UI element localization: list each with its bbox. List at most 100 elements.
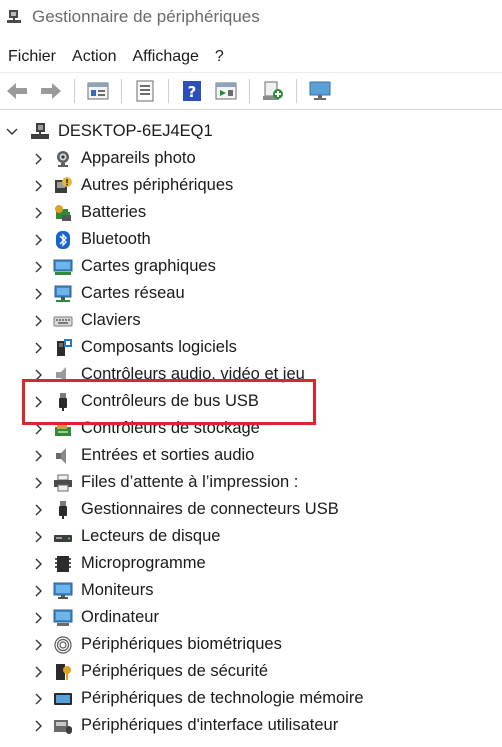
tree-item[interactable]: Moniteurs [0,577,502,604]
tree-root[interactable]: DESKTOP-6EJ4EQ1 [0,118,502,145]
tree-item[interactable]: Contrôleurs de bus USB [0,388,502,415]
tree-item-label: Files d’attente à l’impression : [81,473,299,491]
menu-fichier[interactable]: Fichier [6,48,67,66]
chevron-right-icon[interactable] [29,334,49,361]
device-manager-icon [6,9,22,25]
tree-item[interactable]: Microprogramme [0,550,502,577]
tree-item-label: Cartes graphiques [81,257,216,275]
tree-item-label: Contrôleurs de stockage [81,419,260,437]
chevron-right-icon[interactable] [29,253,49,280]
tree-item-label: Composants logiciels [81,338,237,356]
speaker-icon [53,446,73,466]
chevron-right-icon[interactable] [29,712,49,739]
chevron-right-icon[interactable] [29,685,49,712]
tree-item[interactable]: Entrées et sorties audio [0,442,502,469]
tree-item-label: Autres périphériques [81,176,234,194]
monitor-icon [53,581,73,601]
tree-item-label: Périphériques biométriques [81,635,282,653]
chevron-right-icon[interactable] [29,199,49,226]
svg-text:!: ! [65,178,69,188]
menu-affichage[interactable]: Affichage [130,48,209,66]
tree-item[interactable]: Contrôleurs de stockage [0,415,502,442]
tree-item[interactable]: Périphériques biométriques [0,631,502,658]
tree-item-label: Entrées et sorties audio [81,446,255,464]
chevron-right-icon[interactable] [29,172,49,199]
tree-item[interactable]: Composants logiciels [0,334,502,361]
chevron-right-icon[interactable] [29,280,49,307]
camera-icon [53,149,73,169]
chevron-right-icon[interactable] [29,145,49,172]
chevron-right-icon[interactable] [29,469,49,496]
chevron-right-icon[interactable] [29,658,49,685]
security-key-icon [53,662,73,682]
tree-item-label: Batteries [81,203,147,221]
chevron-right-icon[interactable] [29,577,49,604]
usb-connector-icon [53,500,73,520]
chevron-right-icon[interactable] [29,226,49,253]
panel-icon[interactable] [212,77,240,105]
monitor-icon[interactable] [306,77,334,105]
tree-item-label: Gestionnaires de connecteurs USB [81,500,339,518]
disk-drive-icon [53,527,73,547]
tree-item[interactable]: Périphériques de sécurité [0,658,502,685]
tree-item-label: Bluetooth [81,230,151,248]
tree-item[interactable]: Contrôleurs audio, vidéo et jeu [0,361,502,388]
computer-name: DESKTOP-6EJ4EQ1 [58,122,213,140]
tree-item[interactable]: Batteries [0,199,502,226]
chevron-right-icon[interactable] [29,631,49,658]
tree-item-label: Appareils photo [81,149,196,167]
scan-icon[interactable] [259,77,287,105]
tree-item[interactable]: Ordinateur [0,604,502,631]
menu-action[interactable]: Action [70,48,127,66]
tree-item[interactable]: Appareils photo [0,145,502,172]
chevron-right-icon[interactable] [29,442,49,469]
tree-item-label: Cartes réseau [81,284,185,302]
tree-item[interactable]: Cartes réseau [0,280,502,307]
forward-icon[interactable] [37,77,65,105]
tree-item-label: Contrôleurs audio, vidéo et jeu [81,365,305,383]
toolbar-separator [249,79,250,103]
chevron-right-icon[interactable] [29,496,49,523]
printer-icon [53,473,73,493]
hid-icon [53,716,73,736]
tree-item[interactable]: Bluetooth [0,226,502,253]
memory-icon [53,689,73,709]
chevron-right-icon[interactable] [29,307,49,334]
chevron-right-icon[interactable] [29,523,49,550]
toolbar-separator [296,79,297,103]
tree-item-label: Ordinateur [81,608,159,626]
toolbar-separator [168,79,169,103]
network-adapter-icon [53,284,73,304]
help-icon[interactable]: ? [178,77,206,105]
keyboard-icon [53,311,73,331]
bluetooth-icon [53,230,73,250]
chevron-down-icon[interactable] [2,118,22,145]
tree-item-label: Périphériques de sécurité [81,662,269,680]
update-icon[interactable] [131,77,159,105]
chevron-right-icon[interactable] [29,550,49,577]
tree-item[interactable]: ! Autres périphériques [0,172,502,199]
back-icon[interactable] [3,77,31,105]
tree-item[interactable]: Périphériques de technologie mémoire [0,685,502,712]
chevron-right-icon[interactable] [29,604,49,631]
toolbar: ? [0,72,502,110]
chevron-right-icon[interactable] [29,361,49,388]
tree-item[interactable]: Claviers [0,307,502,334]
tree-item[interactable]: Lecteurs de disque [0,523,502,550]
tree-item[interactable]: Files d’attente à l’impression : [0,469,502,496]
tree-item[interactable]: Périphériques d'interface utilisateur [0,712,502,739]
tree-item[interactable]: Gestionnaires de connecteurs USB [0,496,502,523]
storage-icon [53,419,73,439]
tree-item[interactable]: Cartes graphiques [0,253,502,280]
window-title: Gestionnaire de périphériques [32,7,260,26]
tree-item-label: Périphériques d'interface utilisateur [81,716,339,734]
menu-help[interactable]: ? [213,48,235,66]
computer-icon [30,122,50,142]
unknown-device-icon: ! [53,176,73,196]
chevron-right-icon[interactable] [29,388,49,415]
chevron-right-icon[interactable] [29,415,49,442]
properties-icon[interactable] [84,77,112,105]
firmware-icon [53,554,73,574]
device-tree: DESKTOP-6EJ4EQ1 Appareils photo! Autres p… [0,118,502,739]
display-adapter-icon [53,257,73,277]
